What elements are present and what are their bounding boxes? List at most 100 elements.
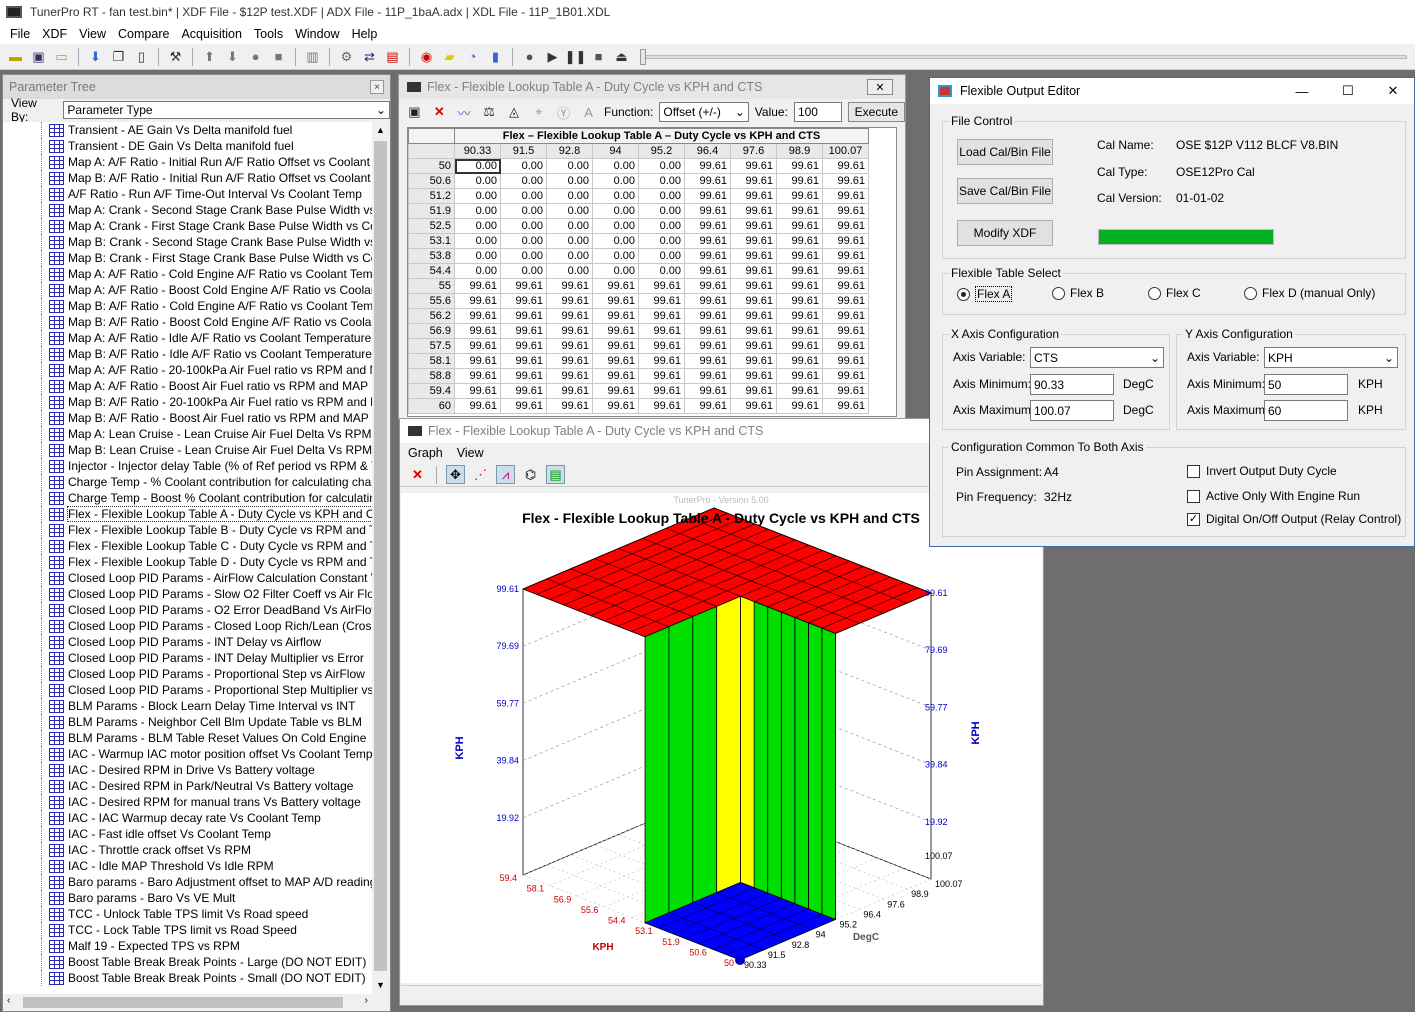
flex-d-radio[interactable]: Flex D (manual Only) bbox=[1244, 286, 1375, 300]
table-cell[interactable]: 99.61 bbox=[776, 218, 823, 234]
table-cell[interactable]: 99.61 bbox=[822, 338, 869, 354]
wand-icon[interactable]: ⚒ bbox=[166, 47, 185, 66]
table-cell[interactable]: 99.61 bbox=[454, 293, 501, 309]
table-cell[interactable]: 99.61 bbox=[638, 338, 685, 354]
table-cell[interactable]: 99.61 bbox=[730, 353, 777, 369]
table-cell[interactable]: 99.61 bbox=[638, 398, 685, 414]
table-cell[interactable]: 99.61 bbox=[776, 338, 823, 354]
parameter-tree-item[interactable]: BLM Params - Neighbor Cell Blm Update Ta… bbox=[3, 714, 372, 730]
table-cell[interactable]: 99.61 bbox=[822, 353, 869, 369]
digital-output-checkbox[interactable]: ✓ Digital On/Off Output (Relay Control) bbox=[1187, 512, 1401, 526]
table-cell[interactable]: 0.00 bbox=[546, 218, 593, 234]
table-cell[interactable]: 99.61 bbox=[822, 323, 869, 339]
table-cell[interactable]: 99.61 bbox=[684, 278, 731, 294]
menu-help[interactable]: Help bbox=[346, 27, 384, 41]
table-cell[interactable]: 99.61 bbox=[776, 323, 823, 339]
table-cell[interactable]: 99.61 bbox=[638, 278, 685, 294]
table-cell[interactable]: 99.61 bbox=[500, 338, 547, 354]
table-cell[interactable]: 0.00 bbox=[546, 248, 593, 264]
parameter-tree-item[interactable]: Map A: Crank - First Stage Crank Base Pu… bbox=[3, 218, 372, 234]
table-cell[interactable]: 99.61 bbox=[776, 368, 823, 384]
table-cell[interactable]: 99.61 bbox=[500, 293, 547, 309]
table-cell[interactable]: 0.00 bbox=[638, 263, 685, 279]
table-cell[interactable]: 99.61 bbox=[638, 368, 685, 384]
parameter-tree-item[interactable]: Transient - AE Gain Vs Delta manifold fu… bbox=[3, 122, 372, 138]
table-cell[interactable]: 99.61 bbox=[684, 293, 731, 309]
table-cell[interactable]: 99.61 bbox=[684, 248, 731, 264]
parameter-tree-item[interactable]: Malf 19 - Expected TPS vs RPM bbox=[3, 938, 372, 954]
table-cell[interactable]: 99.61 bbox=[822, 158, 869, 174]
parameter-tree-item[interactable]: Map B: A/F Ratio - Boost Cold Engine A/F… bbox=[3, 314, 372, 330]
menu-view[interactable]: View bbox=[73, 27, 112, 41]
table-cell[interactable]: 99.61 bbox=[684, 203, 731, 219]
parameter-tree-item[interactable]: Flex - Flexible Lookup Table B - Duty Cy… bbox=[3, 522, 372, 538]
table-cell[interactable]: 99.61 bbox=[776, 233, 823, 249]
table-cell[interactable]: 99.61 bbox=[500, 308, 547, 324]
value-input[interactable]: 100 bbox=[793, 102, 842, 122]
close-icon[interactable]: ✕ bbox=[1370, 78, 1415, 104]
parameter-tree-item[interactable]: IAC - Idle MAP Threshold Vs Idle RPM bbox=[3, 858, 372, 874]
table-cell[interactable]: 99.61 bbox=[730, 308, 777, 324]
table-cell[interactable]: 99.61 bbox=[592, 398, 639, 414]
parameter-tree-item[interactable]: IAC - IAC Warmup decay rate Vs Coolant T… bbox=[3, 810, 372, 826]
flash-icon[interactable]: ⬇ bbox=[86, 47, 105, 66]
parameter-tree-item[interactable]: Injector - Injector delay Table (% of Re… bbox=[3, 458, 372, 474]
slider-thumb[interactable] bbox=[640, 48, 646, 65]
parameter-tree-item[interactable]: TCC - Lock Table TPS limit vs Road Speed bbox=[3, 922, 372, 938]
y-axis-variable-select[interactable]: KPH ⌄ bbox=[1264, 347, 1398, 368]
parameter-tree-item[interactable]: Flex - Flexible Lookup Table A - Duty Cy… bbox=[3, 506, 372, 522]
table-cell[interactable]: 99.61 bbox=[684, 338, 731, 354]
parameter-tree-item[interactable]: Map A: Lean Cruise - Lean Cruise Air Fue… bbox=[3, 426, 372, 442]
flex-a-radio[interactable]: Flex A bbox=[957, 286, 1013, 302]
table-cell[interactable]: 99.61 bbox=[546, 293, 593, 309]
table-cell[interactable]: 99.61 bbox=[730, 338, 777, 354]
table-cell[interactable]: 99.61 bbox=[500, 323, 547, 339]
table-cell[interactable]: 99.61 bbox=[684, 218, 731, 234]
table-cell[interactable]: 0.00 bbox=[592, 158, 639, 174]
copy-icon[interactable]: ❐ bbox=[109, 47, 128, 66]
parameter-tree-item[interactable]: Baro params - Baro Adjustment offset to … bbox=[3, 874, 372, 890]
parameter-tree-item[interactable]: Closed Loop PID Params - Closed Loop Ric… bbox=[3, 618, 372, 634]
flex-c-radio[interactable]: Flex C bbox=[1148, 286, 1201, 300]
graph-line-icon[interactable]: 〰 bbox=[455, 103, 474, 122]
table-cell[interactable]: 99.61 bbox=[822, 263, 869, 279]
table-cell[interactable]: 99.61 bbox=[454, 278, 501, 294]
table-cell[interactable]: 0.00 bbox=[638, 218, 685, 234]
scroll-left-arrow-icon[interactable]: ‹ bbox=[7, 995, 10, 1006]
table-cell[interactable]: 99.61 bbox=[730, 188, 777, 204]
parameter-tree-item[interactable]: Transient - DE Gain Vs Delta manifold fu… bbox=[3, 138, 372, 154]
parameter-tree-item[interactable]: Map B: A/F Ratio - Idle A/F Ratio vs Coo… bbox=[3, 346, 372, 362]
parameter-tree-item[interactable]: Map B: Lean Cruise - Lean Cruise Air Fue… bbox=[3, 442, 372, 458]
save-icon[interactable]: ▣ bbox=[29, 47, 48, 66]
scroll-right-arrow-icon[interactable]: › bbox=[365, 995, 368, 1006]
table-cell[interactable]: 0.00 bbox=[592, 218, 639, 234]
table-cell[interactable]: 99.61 bbox=[684, 353, 731, 369]
table-cell[interactable]: 99.61 bbox=[822, 218, 869, 234]
dashboard-icon[interactable]: ◔ bbox=[463, 47, 482, 66]
table-cell[interactable]: 99.61 bbox=[546, 338, 593, 354]
parameter-tree-item[interactable]: Map A: A/F Ratio - Cold Engine A/F Ratio… bbox=[3, 266, 372, 282]
table-cell[interactable]: 0.00 bbox=[592, 203, 639, 219]
table-cell[interactable]: 99.61 bbox=[638, 383, 685, 399]
table-cell[interactable]: 99.61 bbox=[592, 368, 639, 384]
table-cell[interactable]: 99.61 bbox=[592, 293, 639, 309]
table-cell[interactable]: 99.61 bbox=[684, 263, 731, 279]
select-points-icon[interactable]: ⋰ bbox=[471, 465, 490, 484]
parameter-tree-item[interactable]: BLM Params - BLM Table Reset Values On C… bbox=[3, 730, 372, 746]
move-icon[interactable]: ✥ bbox=[446, 465, 465, 484]
table-cell[interactable]: 99.61 bbox=[730, 293, 777, 309]
close-icon[interactable]: ✕ bbox=[867, 79, 893, 95]
swap-icon[interactable]: ⇄ bbox=[360, 47, 379, 66]
table-cell[interactable]: 0.00 bbox=[454, 233, 501, 249]
table-cell[interactable]: 99.61 bbox=[776, 203, 823, 219]
table-cell[interactable]: 99.61 bbox=[730, 173, 777, 189]
active-engine-run-checkbox[interactable]: Active Only With Engine Run bbox=[1187, 489, 1360, 503]
table-cell[interactable]: 99.61 bbox=[592, 278, 639, 294]
table-cell[interactable]: 99.61 bbox=[776, 398, 823, 414]
table-cell[interactable]: 99.61 bbox=[730, 383, 777, 399]
play-icon[interactable]: ▶ bbox=[543, 47, 562, 66]
modify-xdf-button[interactable]: Modify XDF bbox=[957, 220, 1053, 246]
parameter-tree-item[interactable]: A/F Ratio - Run A/F Time-Out Interval Vs… bbox=[3, 186, 372, 202]
delete-icon[interactable]: ✕ bbox=[408, 465, 427, 484]
parameter-tree-item[interactable]: Closed Loop PID Params - Proportional St… bbox=[3, 682, 372, 698]
